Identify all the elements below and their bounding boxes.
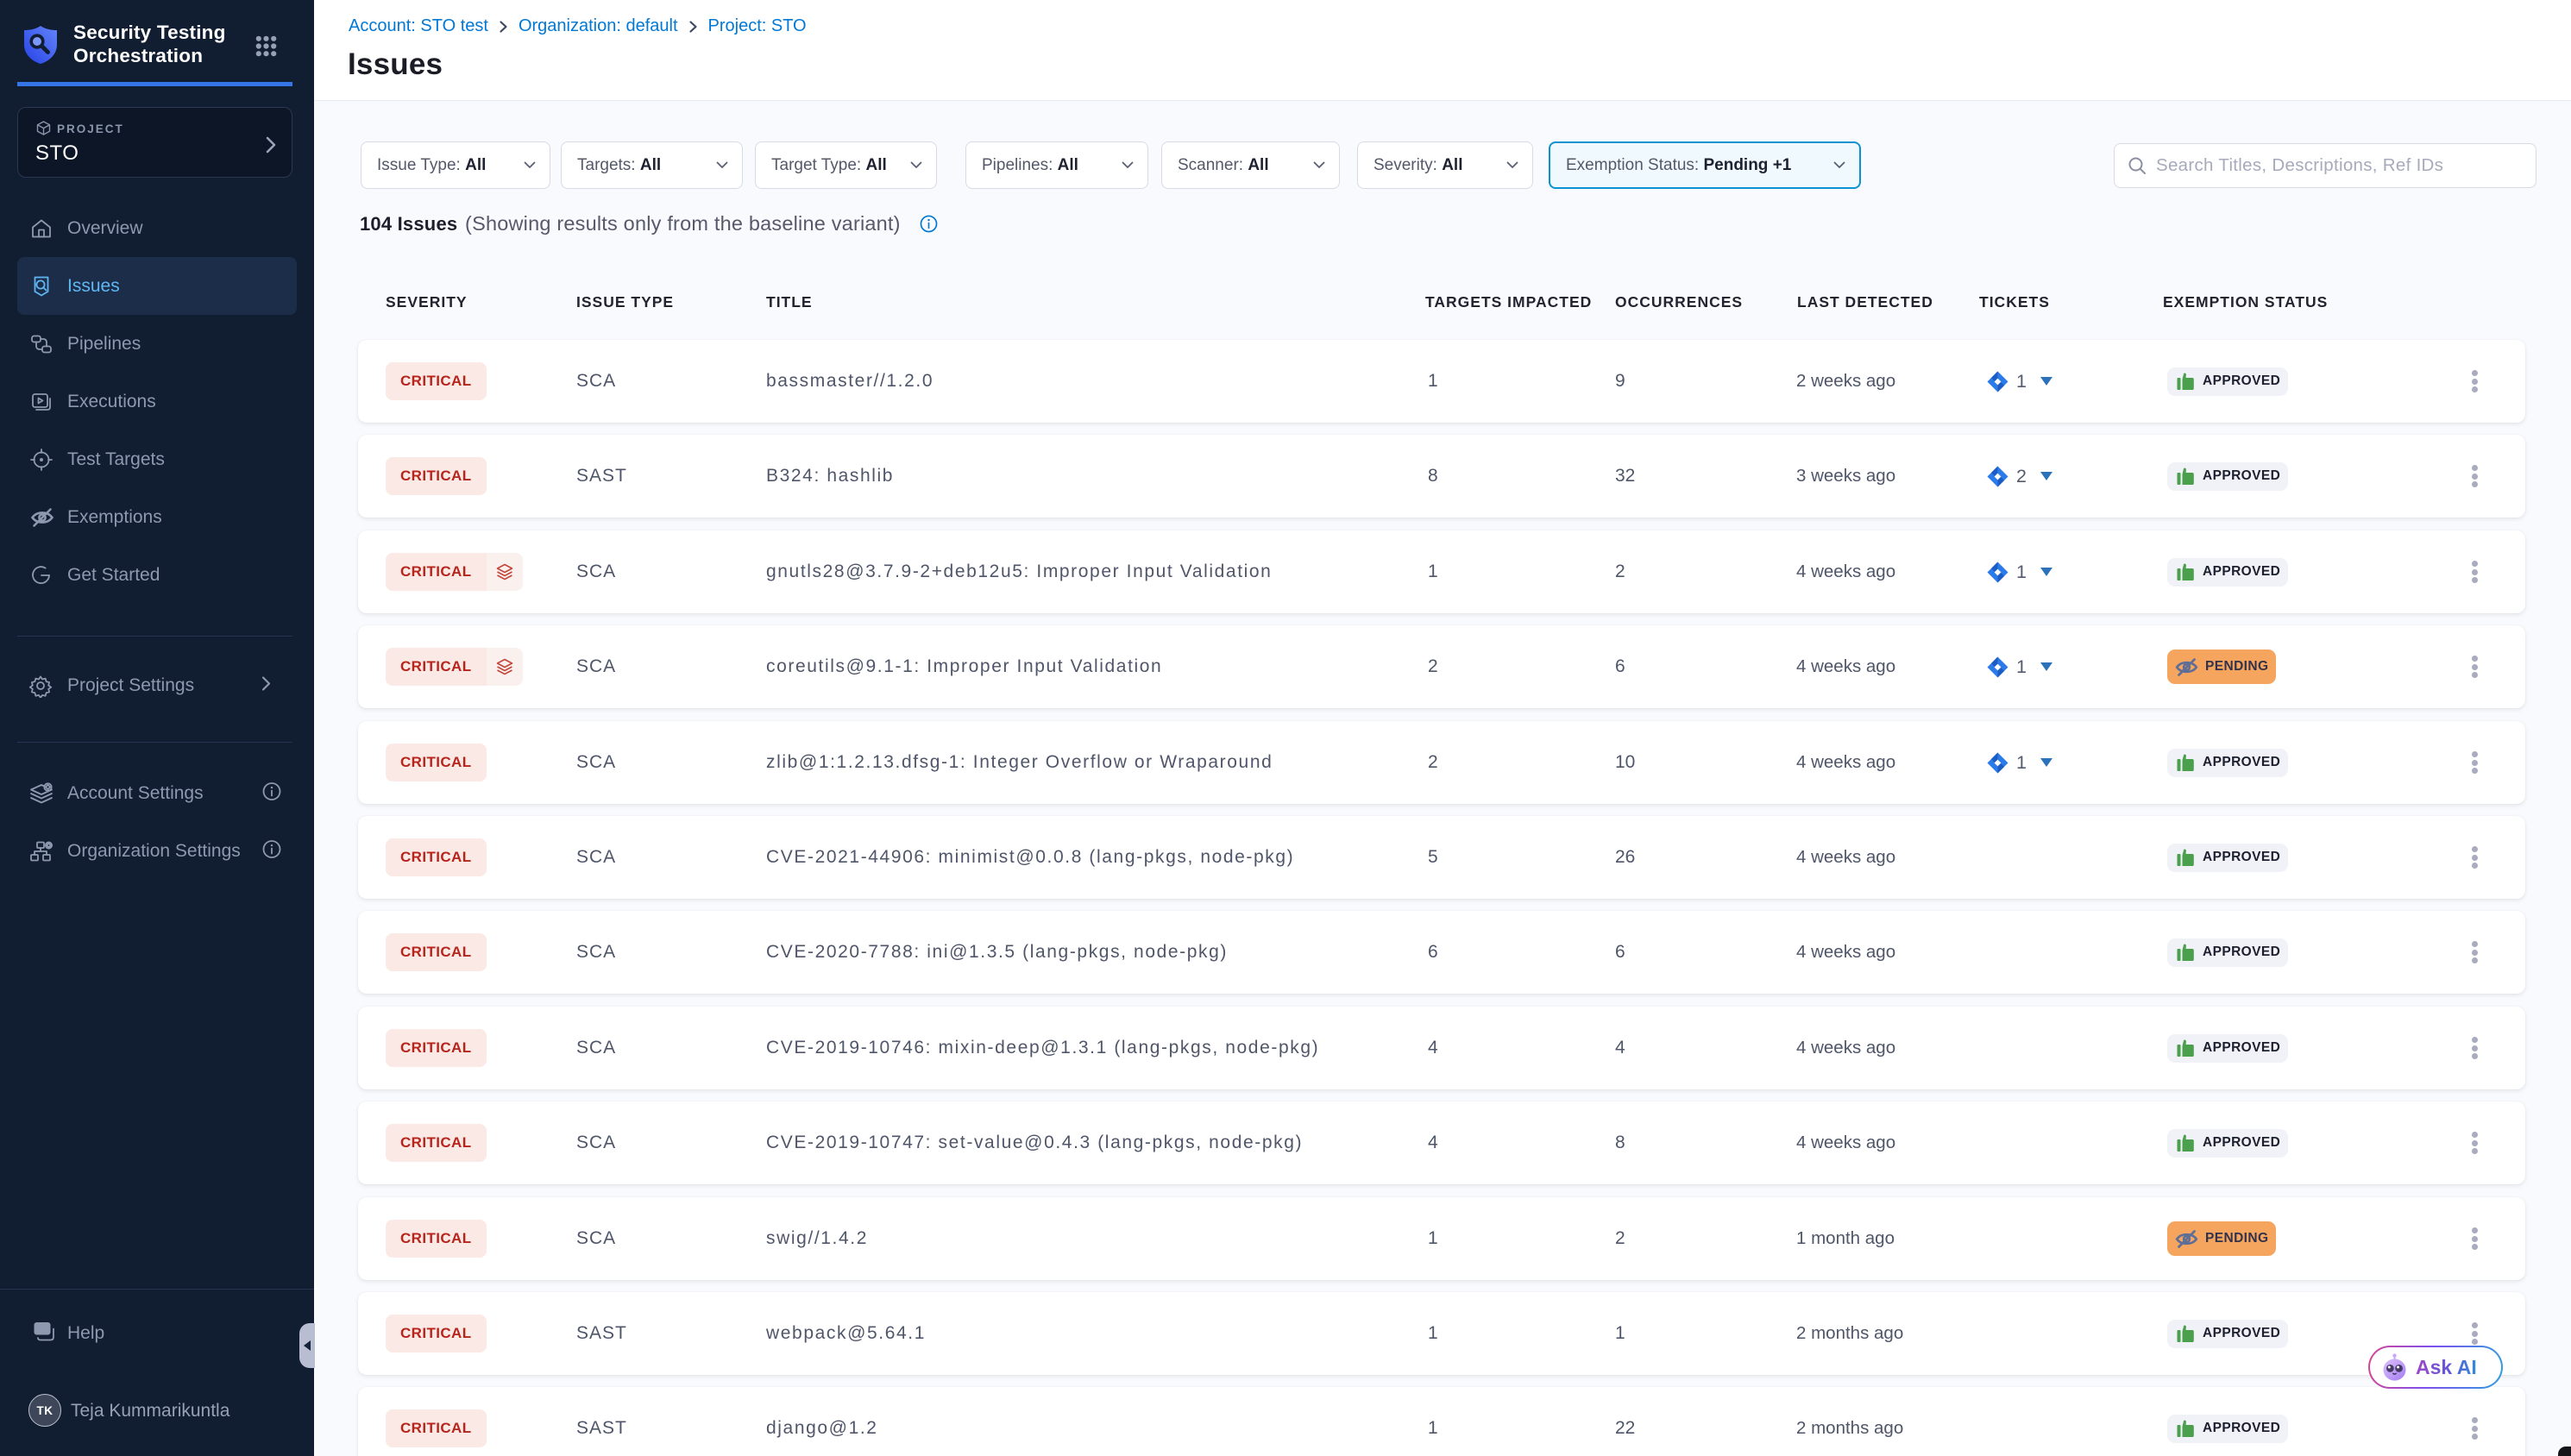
svg-text:?: ? (39, 1323, 45, 1335)
